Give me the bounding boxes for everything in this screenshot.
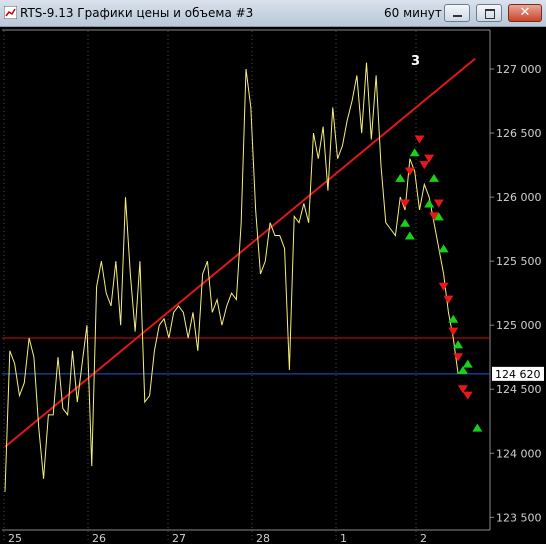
chart-window: RTS-9.13 Графики цены и объема #3 60 мин… <box>0 0 546 544</box>
maximize-button[interactable] <box>476 4 502 22</box>
price-tick-label: 126 500 <box>496 127 542 140</box>
close-button[interactable]: ✕ <box>508 4 542 22</box>
price-tick-label: 124 000 <box>496 447 542 460</box>
price-tick-label: 125 500 <box>496 255 542 268</box>
chart-app-icon <box>4 6 17 19</box>
date-tick-label: 1 <box>340 532 347 544</box>
date-tick-label: 27 <box>172 532 186 544</box>
title-bar[interactable]: RTS-9.13 Графики цены и объема #3 60 мин… <box>0 0 546 27</box>
date-tick-label: 28 <box>256 532 270 544</box>
chart-annotation: 3 <box>411 54 420 69</box>
close-icon: ✕ <box>519 5 531 20</box>
timeframe-label: 60 минут <box>384 6 442 20</box>
price-tick-label: 123 500 <box>496 511 542 524</box>
price-tick-label: 127 000 <box>496 63 542 76</box>
current-price-label: 124 620 <box>495 368 541 381</box>
chart-background <box>0 27 546 544</box>
price-tick-label: 126 000 <box>496 191 542 204</box>
window-title: RTS-9.13 Графики цены и объема #3 <box>20 6 254 20</box>
maximize-icon <box>477 5 501 21</box>
price-chart[interactable]: 127 000 126 500 126 000 125 500 125 000 124 5… <box>0 27 546 544</box>
minimize-button[interactable] <box>444 4 470 22</box>
date-tick-label: 26 <box>92 532 106 544</box>
date-tick-label: 2 <box>420 532 427 544</box>
price-tick-label: 125 000 <box>496 319 542 332</box>
date-tick-label: 25 <box>8 532 22 544</box>
price-tick-label: 124 500 <box>496 383 542 396</box>
minimize-icon <box>445 5 469 21</box>
